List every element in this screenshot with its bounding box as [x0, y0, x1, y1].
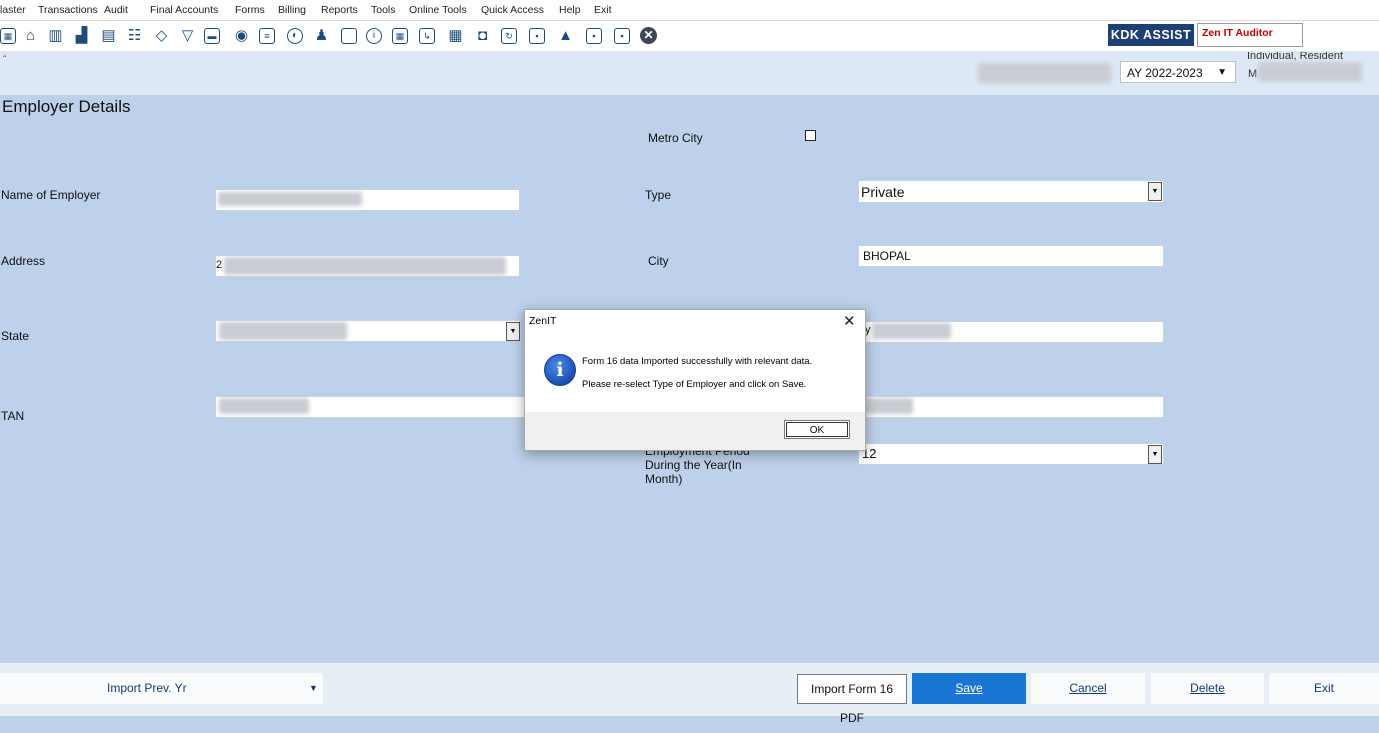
- chevron-down-icon: ▼: [1217, 67, 1227, 78]
- address-redacted: [224, 257, 506, 275]
- tag-icon[interactable]: ◇: [152, 26, 171, 45]
- group-icon[interactable]: ☷: [125, 26, 144, 45]
- dialog-message-line2: Please re-select Type of Employer and cl…: [582, 379, 807, 390]
- import-form16-pdf-button[interactable]: Import Form 16 PDF: [797, 674, 907, 725]
- city-value: BHOPAL: [863, 249, 911, 263]
- sheet-icon[interactable]: ▪: [614, 28, 630, 44]
- chevron-down-icon[interactable]: ▼: [506, 322, 520, 341]
- calculator-icon[interactable]: ▦: [0, 28, 16, 44]
- bs-icon[interactable]: ▪: [529, 28, 545, 44]
- assessment-year-select[interactable]: AY 2022-2023 ▼: [1120, 61, 1236, 83]
- assessee-details-redacted: [1258, 62, 1362, 82]
- address-label: Address: [1, 254, 46, 268]
- home-icon[interactable]: ⌂: [21, 26, 40, 45]
- assessee-status-line2: M: [1248, 68, 1258, 80]
- pin-field[interactable]: y: [858, 321, 1164, 343]
- menu-online-tools[interactable]: Online Tools: [409, 4, 467, 16]
- employment-period-select[interactable]: 12 ▼: [858, 443, 1164, 465]
- export-icon[interactable]: ↳: [419, 28, 435, 44]
- ledger-icon[interactable]: ▦: [392, 28, 408, 44]
- menu-exit[interactable]: Exit: [594, 4, 612, 16]
- address-value: 2: [216, 259, 223, 271]
- eye-icon[interactable]: ◉: [232, 26, 251, 45]
- name-of-employer-label: Name of Employer: [1, 188, 101, 202]
- section-title: Employer Details: [2, 97, 131, 116]
- document-icon[interactable]: ≡: [259, 28, 275, 44]
- tan-redacted: [219, 398, 309, 414]
- menu-quick-access[interactable]: Quick Access: [481, 4, 544, 16]
- city-label: City: [648, 254, 669, 268]
- zen-it-auditor-label: Zen IT Auditor: [1197, 23, 1303, 47]
- pan-redacted: [862, 398, 913, 414]
- information-icon: i: [544, 354, 576, 386]
- metro-city-checkbox[interactable]: [805, 130, 816, 141]
- import-prev-year-label: Import Prev. Yr: [107, 681, 187, 695]
- stamp-icon[interactable]: ▲: [556, 26, 575, 45]
- state-select[interactable]: ▼: [215, 320, 520, 342]
- menu-tools[interactable]: Tools: [371, 4, 396, 16]
- employer-name-field[interactable]: [215, 189, 520, 211]
- type-label: Type: [645, 188, 672, 202]
- delete-button[interactable]: Delete: [1151, 673, 1264, 704]
- exit-button[interactable]: Exit: [1269, 673, 1379, 704]
- building-icon[interactable]: ▤: [99, 26, 118, 45]
- menu-forms[interactable]: Forms: [235, 4, 265, 16]
- assessment-year-value: AY 2022-2023: [1127, 66, 1203, 80]
- message-dialog: ZenIT ✕ i Form 16 data Imported successf…: [524, 309, 866, 451]
- kdk-assist-button[interactable]: KDK ASSIST: [1108, 24, 1194, 46]
- employer-type-value: Private: [861, 184, 905, 200]
- chevron-down-icon: ▼: [309, 683, 318, 693]
- chevron-down-icon[interactable]: ▼: [1148, 445, 1162, 464]
- info-icon[interactable]: i: [366, 28, 382, 44]
- pay-icon[interactable]: ♟: [312, 26, 331, 45]
- import-prev-year-select[interactable]: Import Prev. Yr ▼: [0, 673, 323, 704]
- ok-button[interactable]: OK: [784, 420, 850, 439]
- menu-final-accounts[interactable]: Final Accounts: [150, 4, 218, 16]
- tan-field[interactable]: [215, 396, 525, 418]
- menu-transactions[interactable]: Transactions: [38, 4, 98, 16]
- menu-reports[interactable]: Reports: [321, 4, 358, 16]
- metro-city-label: Metro City: [648, 131, 703, 145]
- calendar-icon[interactable]: ▦: [446, 26, 465, 45]
- address-field[interactable]: 2: [215, 255, 520, 277]
- save-button[interactable]: Save: [912, 673, 1026, 704]
- grid-icon[interactable]: ▥: [46, 26, 65, 45]
- dialog-message-line1: Form 16 data Imported successfully with …: [582, 356, 813, 367]
- employer-type-select[interactable]: Private ▼: [858, 180, 1164, 203]
- state-label: State: [1, 329, 30, 343]
- bar-chart-icon[interactable]: ▟: [72, 26, 91, 45]
- menu-audit[interactable]: Audit: [104, 4, 128, 16]
- pin-redacted: [873, 323, 951, 339]
- tcd-icon[interactable]: ▪: [586, 28, 602, 44]
- dialog-title: ZenIT: [529, 315, 557, 327]
- close-icon[interactable]: ✕: [843, 312, 856, 330]
- pie-icon[interactable]: ◐: [287, 28, 303, 44]
- cancel-button[interactable]: Cancel: [1031, 673, 1145, 704]
- tax-icon[interactable]: ▬: [204, 28, 220, 44]
- menu-billing[interactable]: Billing: [278, 4, 306, 16]
- employer-name-redacted: [218, 192, 362, 206]
- clipboard-icon[interactable]: [341, 28, 357, 44]
- dialog-title-bar[interactable]: [525, 310, 865, 332]
- menu-master[interactable]: laster: [0, 4, 26, 16]
- close-circle-icon[interactable]: ✕: [640, 27, 657, 44]
- filter-icon[interactable]: ▽: [178, 26, 197, 45]
- assessee-name-redacted: [978, 63, 1111, 83]
- tan-label: TAN: [1, 409, 25, 423]
- city-field[interactable]: BHOPAL: [858, 245, 1164, 267]
- collapse-icon[interactable]: ˆ: [3, 55, 6, 66]
- chat-icon[interactable]: ◘: [473, 26, 492, 45]
- chevron-down-icon[interactable]: ▼: [1148, 182, 1162, 201]
- menu-help[interactable]: Help: [559, 4, 581, 16]
- state-redacted: [219, 322, 347, 340]
- menu-bar: laster Transactions Audit Final Accounts…: [0, 0, 1379, 21]
- refresh-icon[interactable]: ↻: [501, 28, 517, 44]
- dialog-body: [525, 332, 865, 412]
- pan-field[interactable]: [858, 396, 1164, 418]
